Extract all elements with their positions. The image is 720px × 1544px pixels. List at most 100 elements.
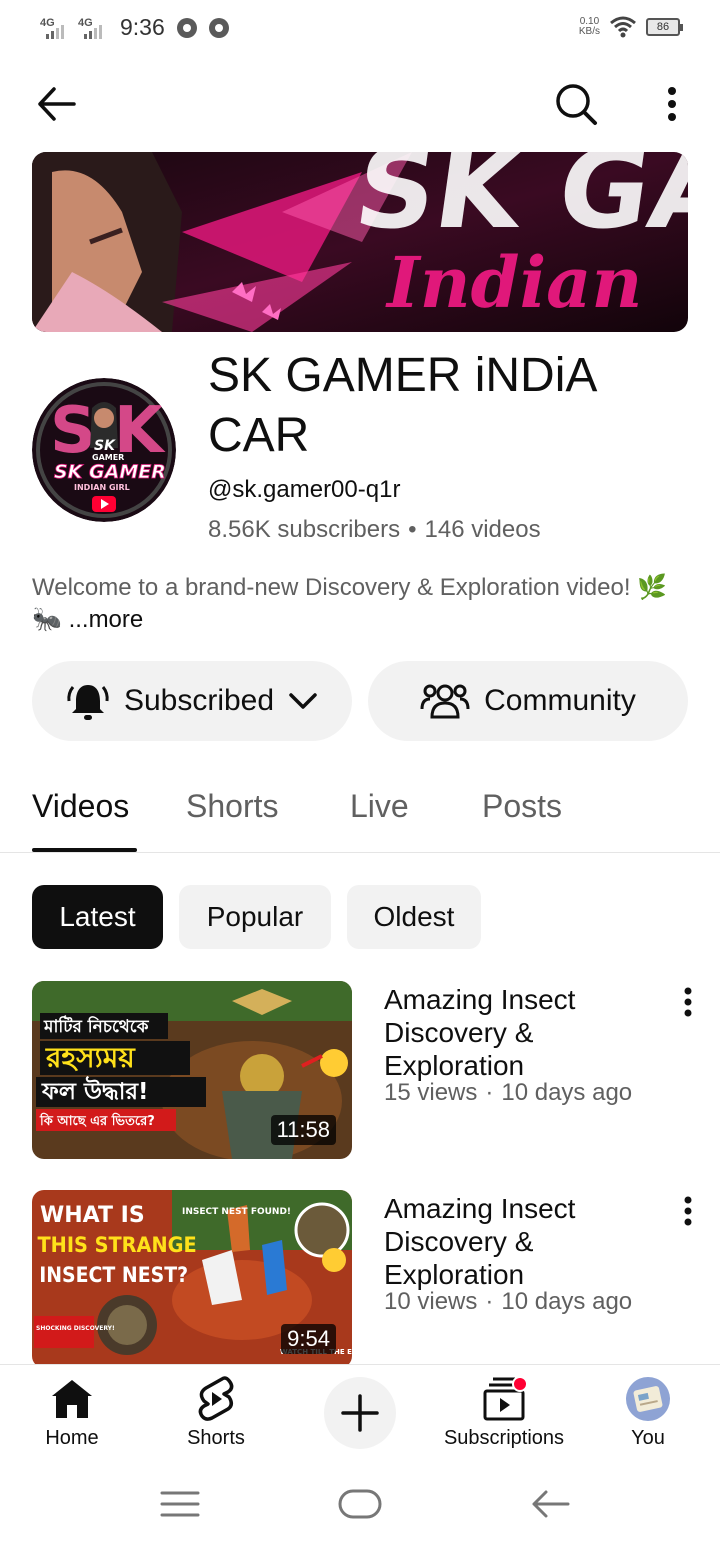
shorts-icon [198,1376,234,1421]
channel-avatar[interactable]: S K SK GAMER SK GAMER INDIAN GIRL [32,378,176,522]
active-tab-indicator [32,848,137,852]
thumb1-line3: ফল উদ্ধার! [41,1076,149,1105]
subscriptions-icon [483,1377,527,1421]
video-title[interactable]: Amazing Insect Discovery & Exploration [384,983,654,1082]
video-views: 15 views [384,1079,478,1106]
nav-home-label: Home [45,1427,99,1449]
nav-subscriptions-label: Subscriptions [443,1427,565,1449]
meta-separator: • [408,516,417,543]
thumb1-line2: রহস্যময় [45,1041,136,1074]
channel-description[interactable]: Welcome to a brand-new Discovery & Explo… [32,572,692,636]
channel-name: SK GAMER iNDiA CAR [208,349,595,462]
create-button[interactable] [324,1377,396,1449]
more-options-button[interactable] [650,80,694,128]
video-thumbnail[interactable]: মাটির নিচথেকে রহস্যময় ফল উদ্ধার! কি আছে… [32,981,352,1159]
chip-popular[interactable]: Popular [179,885,331,949]
battery-icon: 86 [646,18,683,36]
video-age: 10 days ago [501,1288,633,1315]
bottom-navigation: Home Shorts Subscriptions You [0,1364,720,1460]
chrome-notification-icon [176,17,197,38]
more-vert-icon [684,987,692,1017]
video-meta: 15 views · 10 days ago [384,1079,632,1107]
chrome-notification-icon-2 [208,17,229,38]
arrow-left-icon [38,87,76,121]
home-pill-icon [338,1489,382,1519]
home-icon [52,1380,92,1418]
thumb2-line3: INSECT NEST? [39,1262,188,1287]
video-meta: 10 views · 10 days ago [384,1288,632,1316]
video-item[interactable]: WHAT IS THIS STRANGE INSECT NEST? SHOCKI… [0,1190,720,1368]
thumb2-line1: WHAT IS [40,1203,145,1228]
nav-you[interactable]: You [578,1375,718,1450]
back-button[interactable] [32,80,80,128]
video-views: 10 views [384,1288,478,1315]
nav-shorts-label: Shorts [187,1427,245,1449]
profile-avatar-icon [626,1377,670,1421]
avatar-line3: SK GAMER [54,461,166,483]
channel-handle: @sk.gamer00-q1r [208,476,401,503]
nav-home[interactable]: Home [2,1375,142,1450]
more-vert-icon [684,1196,692,1226]
video-item[interactable]: মাটির নিচথেকে রহস্যময় ফল উদ্ধার! কি আছে… [0,981,720,1159]
signal-icon-2: 4G [78,17,110,39]
search-icon [556,84,597,125]
status-time: 9:36 [120,14,165,40]
menu-icon [160,1491,200,1517]
speed-unit: KB/s [578,26,600,37]
home-system-button[interactable] [336,1484,384,1524]
thumb1-line1: মাটির নিচথেকে [43,1015,150,1037]
subscribed-button[interactable]: Subscribed [32,661,352,741]
tab-live[interactable]: Live [350,788,409,825]
svg-text:S: S [50,394,96,468]
nav-shorts[interactable]: Shorts [146,1375,286,1450]
community-icon [420,684,470,719]
status-bar: 4G 4G 9:36 0.10 KB/s 86 [0,0,720,58]
thumb2-line5: INSECT NEST FOUND! [182,1207,291,1217]
chip-latest[interactable]: Latest [32,885,163,949]
banner-script-text: Indian [385,241,642,324]
tab-shorts[interactable]: Shorts [186,788,278,825]
nav-you-label: You [631,1427,665,1449]
back-arrow-icon [532,1490,570,1518]
recents-button[interactable] [158,1484,202,1524]
meta-separator: · [485,1079,494,1106]
video-thumbnail[interactable]: WHAT IS THIS STRANGE INSECT NEST? SHOCKI… [32,1190,352,1368]
video-menu-button[interactable] [676,987,700,1017]
video-age: 10 days ago [501,1079,633,1106]
meta-separator: · [485,1288,494,1315]
bell-icon [67,685,109,720]
more-vert-icon [668,87,676,121]
wifi-icon [610,16,636,38]
video-menu-button[interactable] [676,1196,700,1226]
community-label: Community [484,684,636,717]
tab-videos[interactable]: Videos [32,788,129,825]
avatar-line4: INDIAN GIRL [74,483,130,492]
community-button[interactable]: Community [368,661,688,741]
banner-big-text: SK GAI [348,152,688,254]
channel-banner: SK GAI Indian [32,152,688,332]
network-speed: 0.10 KB/s [579,17,600,37]
top-app-bar [0,78,720,130]
signal-icon: 4G [40,17,72,39]
avatar-art: S K SK GAMER SK GAMER INDIAN GIRL [32,378,176,522]
video-title[interactable]: Amazing Insect Discovery & Exploration [384,1192,654,1291]
subscribed-label: Subscribed [123,684,275,717]
thumb1-line4: কি আছে এর ভিতরে? [39,1112,155,1129]
thumb2-line2: THIS STRANGE [38,1232,197,1257]
chip-oldest[interactable]: Oldest [347,885,481,949]
tab-posts[interactable]: Posts [482,788,562,825]
nav-subscriptions[interactable]: Subscriptions [434,1375,574,1450]
status-right: 0.10 KB/s 86 [579,16,683,38]
search-button[interactable] [552,80,600,128]
video-duration: 11:58 [270,1115,336,1145]
channel-stats: 8.56K subscribers • 146 videos [208,516,541,544]
more-link[interactable]: ...more [69,606,144,633]
system-navigation-bar [0,1460,720,1544]
status-left: 4G 4G 9:36 [40,14,229,41]
chevron-down-icon [289,693,317,709]
thumb2-line4: SHOCKING DISCOVERY! [36,1325,115,1332]
plus-icon [341,1394,379,1432]
video-duration: 9:54 [281,1324,336,1354]
video-count: 146 videos [424,516,541,543]
back-system-button[interactable] [528,1484,572,1524]
